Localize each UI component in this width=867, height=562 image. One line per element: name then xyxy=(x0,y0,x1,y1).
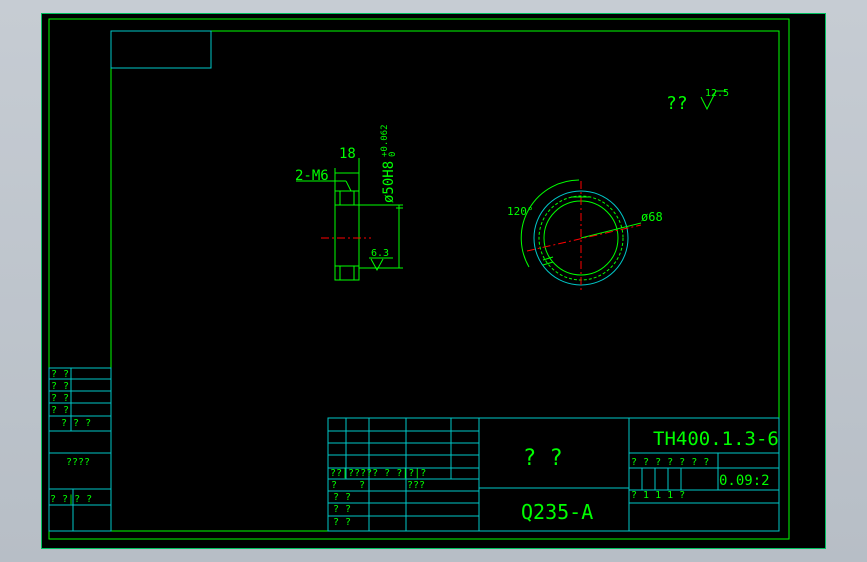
roughness-note-value: 12.5 xyxy=(705,88,729,99)
side-view: 2-M6 18 6.3 ø50H8 +0.062 0 xyxy=(295,124,403,281)
outer-diameter-dimension: ø68 xyxy=(641,210,663,224)
angle-dimension: 120° xyxy=(507,205,534,218)
title-block-info-row: ? ? ? ? ? ? ? xyxy=(631,457,709,468)
left-block-row-4: ? ? xyxy=(51,405,69,416)
width-dimension: 18 xyxy=(339,146,356,162)
tolerance-lower: 0 xyxy=(388,152,398,157)
left-block-row-5: ? ? ? xyxy=(61,418,91,429)
part-name: ? ? xyxy=(523,446,563,471)
left-block-row-1: ? ? xyxy=(51,369,69,380)
drawing-sheet: ? ? ? ? ? ? ? ? ? ? ? ???? ? ?|? ? ??|??… xyxy=(41,13,826,549)
title-block-header-row: ??|????? ? ?|?|? xyxy=(330,468,426,479)
left-block-row-2: ? ? xyxy=(51,381,69,392)
thread-callout: 2-M6 xyxy=(295,168,329,184)
title-block-row1-mid: ? xyxy=(359,480,365,491)
drawing-number: TH400.1.3-6 xyxy=(653,428,779,450)
front-view: 120° ø68 xyxy=(507,179,663,293)
title-block-row1-right: ??? xyxy=(407,480,425,491)
title-block-row-2: ? ? xyxy=(333,492,351,503)
title-block-row1-left: ? xyxy=(331,480,337,491)
diameter-leader xyxy=(580,222,642,239)
cad-drawing-canvas[interactable]: ? ? ? ? ? ? ? ? ? ? ? ???? ? ?|? ? ??|??… xyxy=(41,13,826,549)
title-block-count-row: ? 1 1 1 ? xyxy=(631,490,685,501)
roughness-note-text: ?? xyxy=(666,93,688,114)
scale-value: 0.09:2 xyxy=(719,473,770,489)
title-block-row-4: ? ? xyxy=(333,517,351,528)
angle-arc xyxy=(520,179,580,268)
side-surface-roughness: 6.3 xyxy=(371,248,389,259)
left-block-row-3: ? ? xyxy=(51,393,69,404)
material-label: Q235-A xyxy=(521,500,593,524)
side-view-body xyxy=(334,190,360,281)
left-block-bottom-label: ? ?|? ? xyxy=(50,494,92,505)
title-block-row-3: ? ? xyxy=(333,504,351,515)
top-left-code-box xyxy=(110,30,212,69)
bore-diameter-dimension: ø50H8 xyxy=(381,161,397,203)
roughness-note: ?? 12.5 xyxy=(666,88,729,114)
left-block-mid-label: ???? xyxy=(66,457,90,468)
